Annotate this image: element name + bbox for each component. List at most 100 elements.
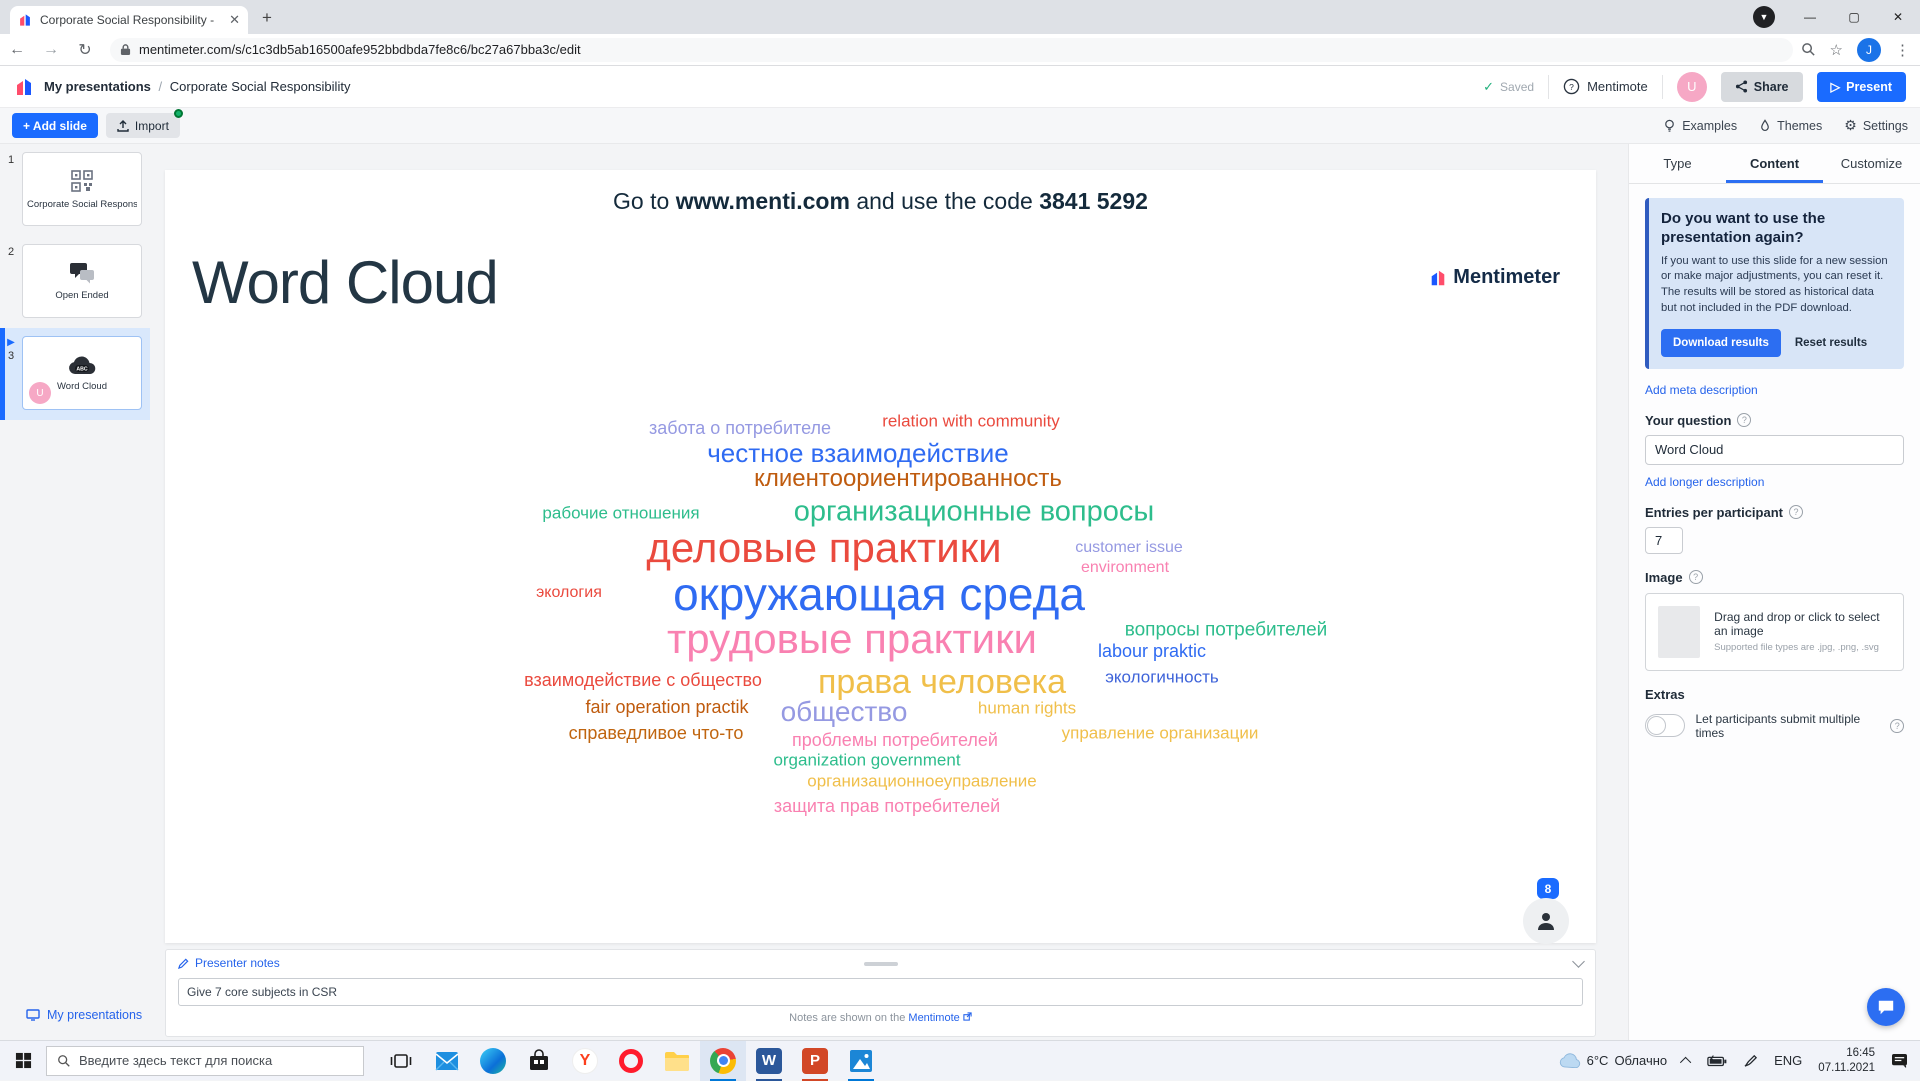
wordcloud-word: customer issue [1075,540,1183,556]
breadcrumb-my-presentations[interactable]: My presentations [44,79,151,94]
chrome-icon [710,1048,736,1074]
chrome-app-icon[interactable] [700,1041,746,1081]
file-explorer-icon[interactable] [654,1041,700,1081]
image-dropzone[interactable]: Drag and drop or click to select an imag… [1645,593,1904,671]
date: 07.11.2021 [1818,1061,1875,1075]
tab-content[interactable]: Content [1726,144,1823,183]
browser-profile-avatar[interactable]: J [1857,38,1881,62]
windows-ink-indicator[interactable] [1743,1053,1758,1068]
tab-customize[interactable]: Customize [1823,144,1920,183]
opera-app-icon[interactable] [608,1041,654,1081]
import-button[interactable]: Import [106,113,180,138]
add-longer-description-link[interactable]: Add longer description [1645,475,1904,489]
battery-icon [1707,1055,1727,1067]
present-button[interactable]: ▷ Present [1817,72,1906,102]
tab-type[interactable]: Type [1629,144,1726,183]
help-icon[interactable]: ? [1737,413,1751,427]
settings-button[interactable]: ⚙ Settings [1844,117,1908,134]
back-icon[interactable]: ← [0,41,34,59]
share-icon [1735,80,1748,93]
clock[interactable]: 16:45 07.11.2021 [1818,1046,1875,1075]
maximize-button[interactable]: ▢ [1832,10,1876,24]
play-icon: ▷ [1831,79,1841,94]
settings-panel: Type Content Customize Do you want to us… [1628,144,1920,1040]
action-center-button[interactable] [1891,1053,1908,1068]
help-icon[interactable]: ? [1689,570,1703,584]
zoom-icon[interactable] [1801,42,1816,57]
mail-app-icon[interactable] [424,1041,470,1081]
wordcloud-word: рабочие отношения [542,505,699,522]
window-controls: — ▢ ✕ [1788,0,1920,34]
forward-icon[interactable]: → [34,41,68,59]
slide-thumbnail[interactable]: Open Ended [22,244,142,318]
user-avatar[interactable]: U [1677,72,1707,102]
multiple-submissions-toggle[interactable] [1645,714,1685,737]
slide-row[interactable]: 2Open Ended [0,236,150,328]
reload-icon[interactable]: ↻ [68,40,102,60]
browser-menu-icon[interactable]: ⋮ [1895,41,1910,59]
add-meta-description-link[interactable]: Add meta description [1645,383,1904,397]
slide-label: Corporate Social Respons... [27,199,137,210]
slide-thumbnail[interactable]: ABCWord CloudU [22,336,142,410]
weather-widget[interactable]: 6°C Облачно [1559,1053,1668,1068]
examples-button[interactable]: Examples [1663,119,1737,133]
reuse-box-body: If you want to use this slide for a new … [1661,254,1892,317]
task-view-button[interactable] [378,1041,424,1081]
entries-input[interactable] [1645,527,1683,554]
yandex-app-icon[interactable]: Y [562,1041,608,1081]
themes-button[interactable]: Themes [1759,119,1822,133]
question-input[interactable] [1645,435,1904,465]
participants-count-badge: 8 [1537,878,1559,899]
help-icon[interactable]: ? [1890,719,1904,733]
download-results-button[interactable]: Download results [1661,329,1781,357]
microsoft-store-icon [527,1049,551,1073]
current-slide-arrow-icon: ▶ [7,338,15,348]
mentimote-link[interactable]: Mentimote [908,1012,959,1024]
chevron-down-icon[interactable] [1572,955,1585,968]
svg-text:?: ? [1569,82,1574,92]
help-icon[interactable]: ? [1789,505,1803,519]
opera-icon [619,1049,643,1073]
my-presentations-link[interactable]: My presentations [26,1008,142,1022]
notes-drag-handle[interactable] [864,962,898,966]
minimize-button[interactable]: — [1788,10,1832,24]
photos-app-icon[interactable] [838,1041,884,1081]
edge-app-icon[interactable] [470,1041,516,1081]
presenter-notes-input[interactable] [178,978,1583,1006]
language-indicator[interactable]: ENG [1774,1053,1802,1068]
pencil-icon [178,958,189,969]
browser-tab[interactable]: Corporate Social Responsibility - ✕ [10,6,248,34]
edge-icon [480,1048,506,1074]
word-app-icon[interactable]: W [746,1041,792,1081]
mentimote-button[interactable]: ? Mentimote [1563,78,1648,95]
powerpoint-app-icon[interactable]: P [792,1041,838,1081]
omnibox[interactable]: mentimeter.com/s/c1c3db5ab16500afe952bbd… [110,38,1793,62]
browser-update-icon[interactable]: ▼ [1753,6,1775,28]
store-app-icon[interactable] [516,1041,562,1081]
reset-results-button[interactable]: Reset results [1795,337,1867,349]
tab-close-icon[interactable]: ✕ [229,12,240,28]
support-chat-button[interactable] [1867,988,1905,1026]
bookmark-star-icon[interactable]: ☆ [1830,41,1843,59]
wordcloud-word: проблемы потребителей [792,731,998,749]
new-tab-button[interactable]: + [262,8,272,28]
search-icon [57,1054,71,1068]
slide-row[interactable]: ▶3ABCWord CloudU [0,328,150,420]
participants-indicator[interactable]: 8 [1517,876,1587,946]
slide-row[interactable]: 1Corporate Social Respons... [0,144,150,236]
share-button[interactable]: Share [1721,72,1803,102]
qr-code-icon [69,168,95,194]
word-cloud: забота о потребителеrelation with commun… [165,170,1596,943]
add-slide-button[interactable]: + Add slide [12,113,98,138]
battery-indicator[interactable] [1707,1055,1727,1067]
start-button[interactable] [0,1052,46,1069]
slide-thumbnail[interactable]: Corporate Social Respons... [22,152,142,226]
taskbar-search-box[interactable]: Введите здесь текст для поиска [46,1046,364,1076]
close-button[interactable]: ✕ [1876,10,1920,24]
show-hidden-icons-chevron[interactable] [1680,1056,1691,1067]
time: 16:45 [1818,1046,1875,1060]
breadcrumb-current: Corporate Social Responsibility [170,79,351,94]
slide-gutter: ▶3 [0,336,22,410]
presenter-notes-toggle[interactable]: Presenter notes [178,956,280,970]
url-text: mentimeter.com/s/c1c3db5ab16500afe952bbd… [139,42,581,57]
